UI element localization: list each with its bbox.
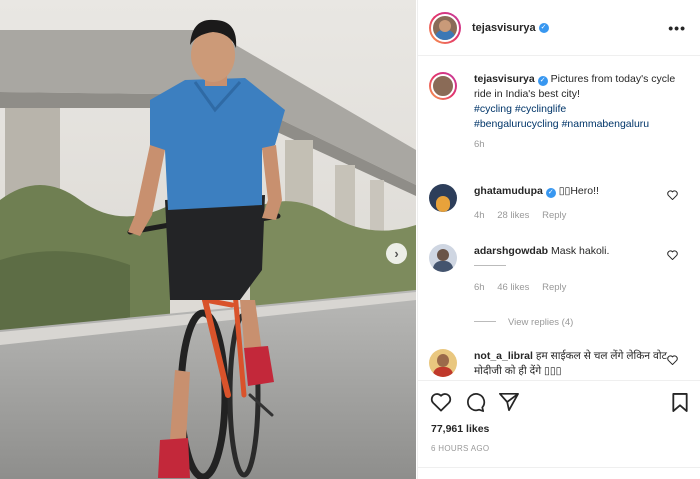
divider <box>474 321 496 322</box>
comment-likes[interactable]: 46 likes <box>497 282 529 293</box>
hashtag[interactable]: #nammabengaluru <box>562 118 650 130</box>
caption-avatar[interactable] <box>429 72 457 100</box>
author-handle[interactable]: tejasvisurya <box>472 22 536 34</box>
heart-icon[interactable] <box>667 355 678 365</box>
comment-author[interactable]: adarshgowdab <box>474 245 548 257</box>
bookmark-icon[interactable] <box>671 392 689 413</box>
heart-icon[interactable] <box>667 190 678 200</box>
comment-age: 4h <box>474 210 485 221</box>
post-time: 6 HOURS AGO <box>431 444 490 453</box>
comment-text: Mask hakoli. <box>548 245 610 257</box>
share-icon[interactable] <box>498 392 520 412</box>
divider <box>474 265 506 266</box>
more-icon[interactable]: ••• <box>668 20 686 36</box>
post-panel: tejasvisurya ✓ ••• tejasvisurya ✓ Picture… <box>417 0 700 479</box>
author-avatar[interactable] <box>429 11 461 44</box>
reply-button[interactable]: Reply <box>542 210 566 221</box>
comment-author[interactable]: not_a_libral <box>474 350 533 362</box>
comment-likes[interactable]: 28 likes <box>497 210 529 221</box>
likes-count[interactable]: 77,961 likes <box>431 423 489 435</box>
caption-author[interactable]: tejasvisurya <box>474 73 535 85</box>
comment-icon[interactable] <box>464 392 486 412</box>
heart-icon[interactable] <box>430 392 452 412</box>
comment-composer[interactable] <box>418 467 700 479</box>
commenter-avatar[interactable] <box>429 349 457 377</box>
comment-text: ▯▯Hero!! <box>555 185 599 197</box>
view-replies-button[interactable]: View replies (4) <box>474 317 573 328</box>
caption-age: 6h <box>474 139 485 150</box>
reply-button[interactable]: Reply <box>542 282 566 293</box>
view-replies-label: View replies (4) <box>508 317 574 328</box>
verified-badge-icon: ✓ <box>537 76 548 86</box>
comment: ghatamudupa ✓ ▯▯Hero!! 4h 28 likes Reply <box>429 184 690 223</box>
commenter-avatar[interactable] <box>429 184 457 212</box>
comment: adarshgowdab Mask hakoli. 6h 46 likes Re… <box>429 244 690 295</box>
comment-author[interactable]: ghatamudupa <box>474 185 543 197</box>
next-arrow-icon[interactable]: › <box>386 243 407 264</box>
comment: not_a_libral हम साईकल से चल लेंगे लेकिन … <box>429 349 690 379</box>
verified-badge-icon: ✓ <box>538 22 549 33</box>
hashtag[interactable]: #cycling <box>474 103 512 115</box>
post-photo[interactable]: › <box>0 0 416 479</box>
commenter-avatar[interactable] <box>429 244 457 272</box>
caption: tejasvisurya ✓ Pictures from today's cycl… <box>429 72 690 152</box>
heart-icon[interactable] <box>667 250 678 260</box>
hashtag[interactable]: #cyclinglife <box>515 103 566 115</box>
comment-age: 6h <box>474 282 485 293</box>
hashtag[interactable]: #bengalurucycling <box>474 118 559 130</box>
post-actions: 77,961 likes 6 HOURS AGO <box>418 380 700 479</box>
post-header: tejasvisurya ✓ ••• <box>418 0 700 56</box>
cyclist-photo <box>0 0 416 479</box>
verified-badge-icon: ✓ <box>545 188 556 198</box>
comments-list[interactable]: tejasvisurya ✓ Pictures from today's cycl… <box>418 57 700 380</box>
